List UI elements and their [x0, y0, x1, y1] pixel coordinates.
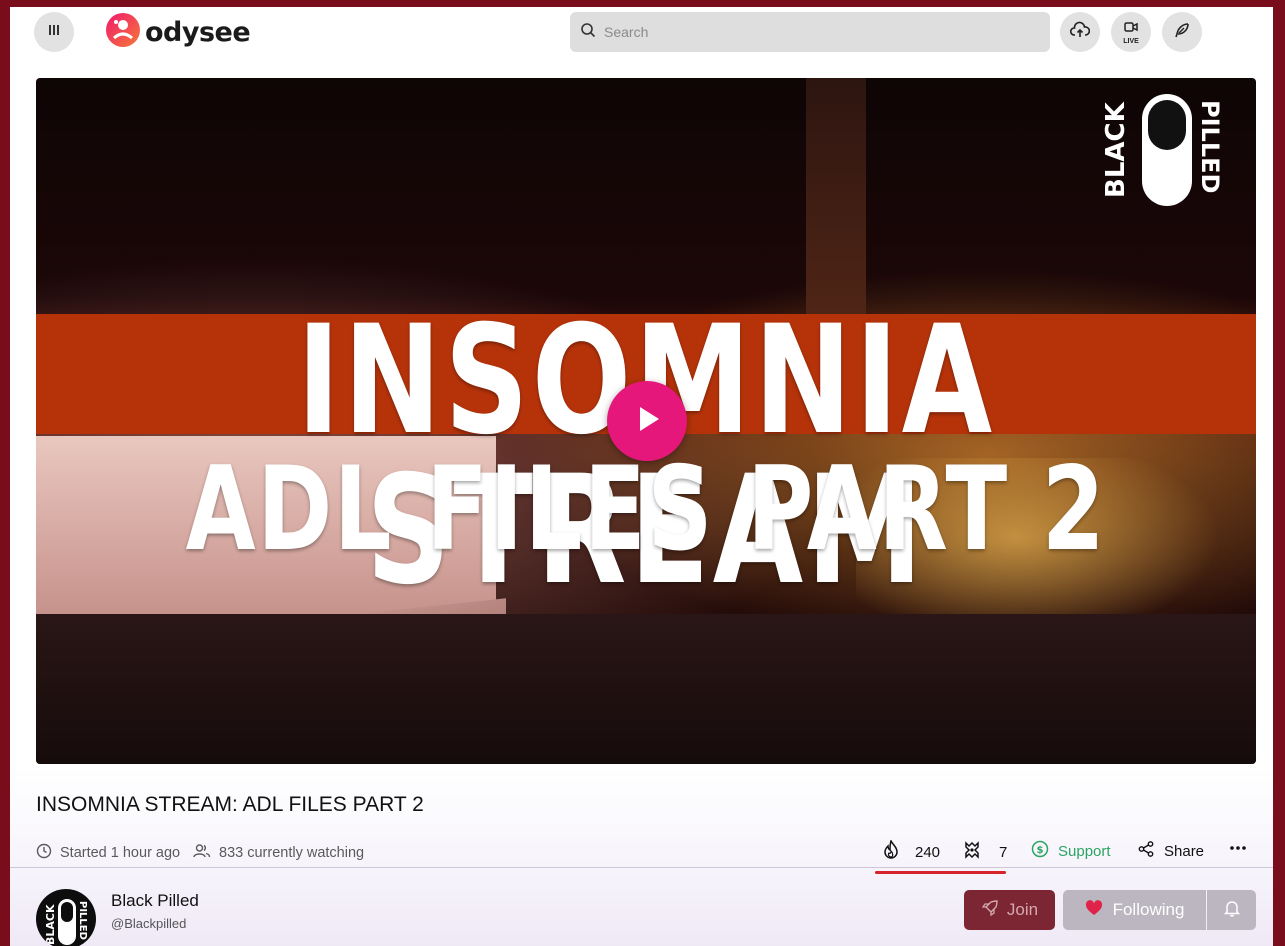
publish-button[interactable] [1162, 12, 1202, 52]
upload-cloud-icon [1069, 21, 1091, 44]
rocket-icon [981, 899, 999, 922]
join-label: Join [1006, 900, 1039, 919]
avatar-text-black: BLACK [44, 904, 57, 945]
more-button[interactable] [1229, 838, 1247, 855]
video-title: INSOMNIA STREAM: ADL FILES PART 2 [36, 793, 424, 816]
clock-icon [36, 843, 52, 863]
svg-text:$: $ [1037, 845, 1044, 856]
go-live-button[interactable]: LIVE [1111, 12, 1151, 52]
share-label: Share [1164, 842, 1205, 860]
started-text: Started 1 hour ago [60, 845, 181, 861]
scene-street [36, 614, 1256, 764]
join-button[interactable]: Join [964, 890, 1055, 930]
thumbnail-title-line2: ADL FILES PART 2 [185, 442, 1107, 577]
odysee-logo[interactable]: odysee [105, 12, 251, 53]
notification-bell-button[interactable] [1207, 890, 1256, 930]
support-label: Support [1058, 842, 1111, 860]
fire-underline [875, 871, 1006, 874]
fire-icon [882, 839, 900, 864]
video-player[interactable]: INSOMNIA STREAM ADL FILES PART 2 BLACK P… [36, 78, 1256, 764]
slime-reaction[interactable]: 7 [962, 840, 1007, 864]
page: odysee LIVE INSOMNIA STREAM ADL FILES PA… [10, 7, 1273, 946]
watermark-text-pilled: PILLED [1196, 100, 1224, 193]
play-button[interactable] [607, 381, 687, 461]
watching-text: 833 currently watching [219, 845, 365, 861]
search-bar[interactable] [570, 12, 1050, 52]
avatar-text-pilled: PILLED [77, 901, 88, 940]
watermark-text-black: BLACK [1101, 101, 1131, 198]
following-label: Following [1112, 900, 1185, 919]
video-camera-icon [1124, 19, 1138, 37]
slime-icon [962, 840, 982, 864]
menu-icon [47, 23, 61, 42]
logo-text: odysee [145, 16, 251, 48]
play-icon [630, 402, 664, 441]
share-icon [1137, 840, 1155, 862]
section-divider [10, 867, 1273, 868]
following-button[interactable]: Following [1063, 890, 1206, 930]
odysee-logo-icon [105, 12, 141, 53]
menu-button[interactable] [34, 12, 74, 52]
channel-handle[interactable]: @Blackpilled [111, 916, 186, 931]
feather-pen-icon [1173, 21, 1191, 44]
search-icon [580, 22, 596, 43]
fire-reaction[interactable]: 240 [882, 839, 941, 864]
search-input[interactable] [604, 24, 1024, 40]
watching-meta: 833 currently watching [193, 843, 364, 863]
live-label: LIVE [1123, 38, 1139, 45]
heart-icon [1085, 899, 1103, 921]
channel-avatar[interactable]: BLACK PILLED [36, 889, 96, 946]
black-pilled-watermark: BLACK PILLED [1094, 86, 1234, 211]
fire-count: 240 [915, 843, 941, 861]
started-meta: Started 1 hour ago [36, 843, 180, 863]
slime-count: 7 [999, 843, 1008, 861]
bell-icon [1223, 899, 1240, 922]
share-button[interactable]: Share [1137, 840, 1204, 862]
channel-name[interactable]: Black Pilled [111, 891, 199, 911]
dollar-circle-icon: $ [1031, 840, 1049, 862]
users-icon [193, 843, 211, 863]
more-dots-icon [1229, 838, 1247, 855]
support-button[interactable]: $ Support [1031, 840, 1111, 862]
upload-button[interactable] [1060, 12, 1100, 52]
